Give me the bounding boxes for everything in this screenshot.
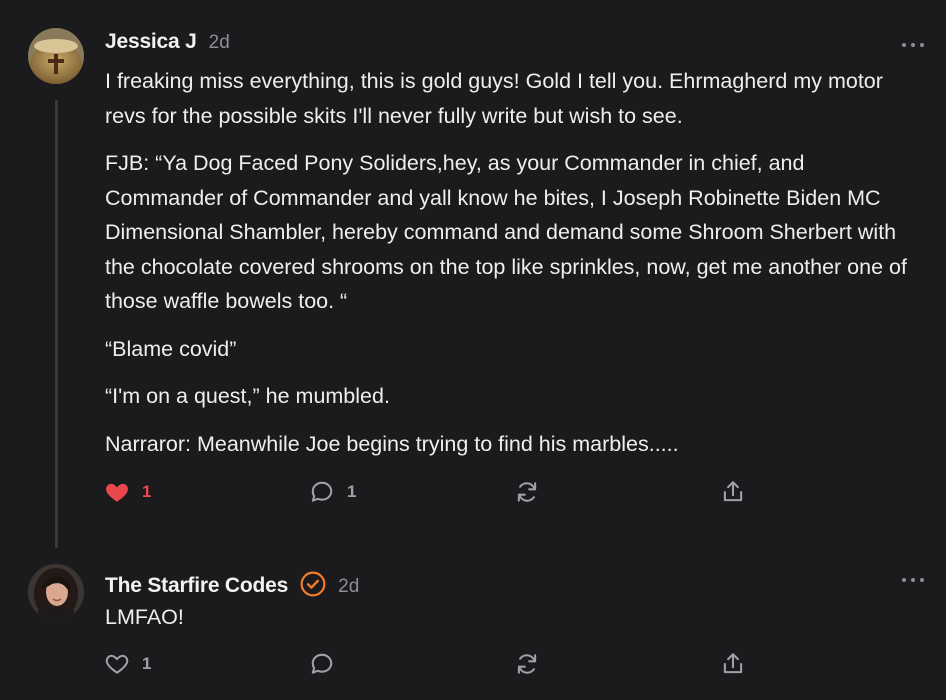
comment-paragraph: FJB: “Ya Dog Faced Pony Soliders,hey, as… bbox=[105, 151, 907, 313]
more-icon[interactable] bbox=[902, 575, 924, 585]
avatar-image bbox=[28, 28, 84, 84]
like-count: 1 bbox=[142, 482, 152, 501]
comment-icon bbox=[311, 653, 333, 674]
comment-jessica: Jessica J 2d I freaking miss everything,… bbox=[0, 0, 946, 560]
like-count: 1 bbox=[142, 654, 152, 673]
share-icon bbox=[723, 653, 743, 674]
share-button[interactable] bbox=[720, 479, 746, 505]
comment-header: The Starfire Codes 2d bbox=[105, 566, 359, 598]
avatar[interactable] bbox=[28, 28, 84, 84]
like-button[interactable]: 1 bbox=[104, 651, 151, 677]
avatar[interactable] bbox=[28, 564, 84, 620]
comment-body: LMFAO! bbox=[105, 600, 916, 648]
reply-count: 1 bbox=[347, 482, 357, 501]
comment-icon bbox=[311, 481, 333, 502]
reply-button[interactable] bbox=[309, 651, 335, 677]
comment-paragraph: Narraror: Meanwhile Joe begins trying to… bbox=[105, 431, 679, 456]
restack-button[interactable] bbox=[514, 479, 540, 505]
author-name[interactable]: The Starfire Codes bbox=[105, 574, 288, 598]
comment-paragraph: I freaking miss everything, this is gold… bbox=[105, 69, 883, 128]
heart-icon bbox=[105, 654, 129, 674]
comment-paragraph: “I'm on a quest,” he mumbled. bbox=[105, 384, 390, 408]
heart-icon bbox=[106, 483, 128, 502]
restack-button[interactable] bbox=[514, 651, 540, 677]
author-name[interactable]: Jessica J bbox=[105, 30, 197, 54]
more-icon[interactable] bbox=[902, 40, 924, 50]
comment-actions: 1 1 bbox=[0, 479, 946, 509]
comment-actions: 1 bbox=[0, 651, 946, 681]
restack-icon bbox=[517, 482, 537, 502]
timestamp[interactable]: 2d bbox=[338, 576, 359, 598]
like-button[interactable]: 1 bbox=[104, 479, 151, 505]
timestamp[interactable]: 2d bbox=[209, 32, 230, 54]
comment-body: I freaking miss everything, this is gold… bbox=[105, 64, 916, 474]
reply-button[interactable]: 1 bbox=[309, 479, 356, 505]
comment-starfire: The Starfire Codes 2d LMFAO! 1 bbox=[0, 560, 946, 700]
verified-icon bbox=[300, 571, 326, 597]
comment-paragraph: “Blame covid” bbox=[105, 336, 237, 361]
restack-icon bbox=[517, 654, 537, 674]
share-button[interactable] bbox=[720, 651, 746, 677]
comment-header: Jessica J 2d bbox=[105, 30, 230, 54]
comment-paragraph: LMFAO! bbox=[105, 605, 184, 629]
avatar-image bbox=[28, 564, 84, 620]
share-icon bbox=[723, 481, 743, 502]
